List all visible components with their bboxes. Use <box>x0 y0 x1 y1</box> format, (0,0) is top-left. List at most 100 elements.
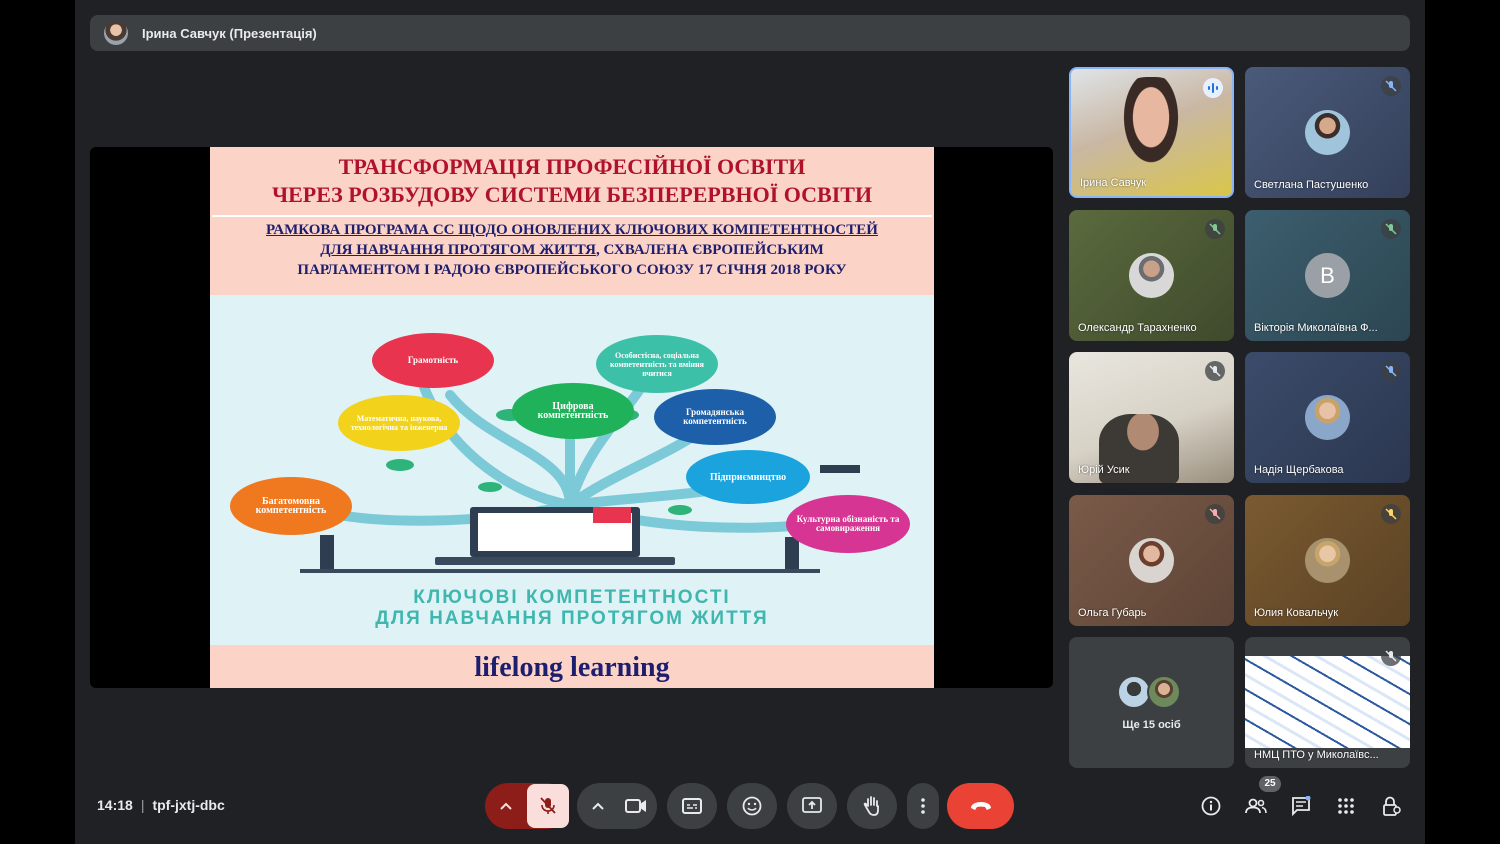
chat-icon <box>1292 796 1311 816</box>
video-camera-icon <box>625 799 646 813</box>
participant-name: Светлана Пастушенко <box>1254 179 1369 191</box>
reactions-button[interactable] <box>727 783 777 829</box>
avatar <box>1305 538 1350 583</box>
host-controls-button[interactable] <box>1377 792 1405 820</box>
captions-button[interactable] <box>667 783 717 829</box>
competence-bubble: Багатомовна компетентність <box>230 477 352 535</box>
meeting-time: 14:18 <box>97 797 133 813</box>
meet-window: Ірина Савчук (Презентація) ТРАНСФОРМАЦІЯ… <box>75 0 1425 844</box>
more-participants-tile[interactable]: Ще 15 осіб <box>1069 637 1234 768</box>
participant-tile[interactable]: Ірина Савчук <box>1069 67 1234 198</box>
speaking-indicator-icon <box>1203 78 1223 98</box>
mic-off-icon <box>1381 646 1401 666</box>
mic-off-icon <box>540 797 556 814</box>
presenter-name: Ірина Савчук (Презентація) <box>142 25 317 41</box>
chevron-up-icon <box>500 802 512 810</box>
chevron-up-icon <box>592 802 604 810</box>
slide-subtitle-line-1: РАМКОВА ПРОГРАМА СС ЩОДО ОНОВЛЕНИХ КЛЮЧО… <box>266 222 878 238</box>
present-screen-icon <box>802 797 822 813</box>
leave-call-button[interactable] <box>947 783 1014 829</box>
participant-name: Юлия Ковальчук <box>1254 607 1339 619</box>
participant-tile[interactable]: Олександр Тарахненко <box>1069 210 1234 341</box>
competences-caption-line-1: КЛЮЧОВІ КОМПЕТЕНТНОСТІ <box>413 587 731 608</box>
audio-options-button[interactable] <box>485 783 527 829</box>
participant-tile[interactable]: Юлия Ковальчук <box>1245 495 1410 626</box>
slide-title: ТРАНСФОРМАЦІЯ ПРОФЕСІЙНОЇ ОСВІТИ ЧЕРЕЗ Р… <box>210 153 934 209</box>
presenter-bar[interactable]: Ірина Савчук (Презентація) <box>90 15 1410 51</box>
presenter-avatar <box>104 21 128 45</box>
lock-person-icon <box>1383 796 1401 816</box>
participant-name: Ольга Губарь <box>1078 607 1147 619</box>
presentation-stage: ТРАНСФОРМАЦІЯ ПРОФЕСІЙНОЇ ОСВІТИ ЧЕРЕЗ Р… <box>90 147 1053 688</box>
avatar <box>1117 675 1151 709</box>
participant-video <box>1106 77 1196 192</box>
slide-title-line-1: ТРАНСФОРМАЦІЯ ПРОФЕСІЙНОЇ ОСВІТИ <box>338 154 806 179</box>
avatar <box>1129 253 1174 298</box>
participant-video <box>1245 656 1410 748</box>
meeting-code[interactable]: tpf-jxtj-dbc <box>152 797 224 813</box>
slide-subtitle-line-2a: ДЛЯ НАВЧАННЯ ПРОТЯГОМ ЖИТТЯ <box>320 242 596 258</box>
mic-off-icon <box>1205 219 1225 239</box>
participant-name: Надія Щербакова <box>1254 464 1344 476</box>
mic-off-icon <box>1205 361 1225 381</box>
camera-control-group <box>577 783 657 829</box>
competences-caption-line-2: ДЛЯ НАВЧАННЯ ПРОТЯГОМ ЖИТТЯ <box>375 608 769 629</box>
avatar <box>1147 675 1181 709</box>
people-icon <box>1245 798 1267 814</box>
participant-name: НМЦ ПТО у Миколаївс... <box>1254 749 1379 761</box>
slide-title-line-2: ЧЕРЕЗ РОЗБУДОВУ СИСТЕМИ БЕЗПЕРЕРВНОЇ ОСВ… <box>271 182 873 207</box>
microphone-button[interactable] <box>527 784 569 828</box>
more-vert-icon <box>921 798 925 814</box>
more-options-button[interactable] <box>907 783 939 829</box>
competence-bubble: Особистісна, соціальна компетентність та… <box>596 335 718 393</box>
avatar: В <box>1305 253 1350 298</box>
raise-hand-button[interactable] <box>847 783 897 829</box>
avatar <box>1305 395 1350 440</box>
meeting-info: 14:18 | tpf-jxtj-dbc <box>97 797 225 813</box>
people-count-badge: 25 <box>1259 776 1281 792</box>
closed-captions-icon <box>682 798 702 814</box>
slide-subtitle-line-3: ПАРЛАМЕНТОМ І РАДОЮ ЄВРОПЕЙСЬКОГО СОЮЗУ … <box>297 262 847 278</box>
presentation-slide: ТРАНСФОРМАЦІЯ ПРОФЕСІЙНОЇ ОСВІТИ ЧЕРЕЗ Р… <box>210 147 934 688</box>
apps-grid-icon <box>1338 798 1354 814</box>
video-options-button[interactable] <box>579 783 617 829</box>
participant-tile[interactable]: Юрій Усик <box>1069 352 1234 483</box>
mic-off-icon <box>1381 219 1401 239</box>
hand-icon <box>863 796 879 816</box>
mic-off-icon <box>1381 504 1401 524</box>
mic-control-group <box>485 783 569 829</box>
avatar <box>1305 110 1350 155</box>
people-button[interactable] <box>1242 792 1270 820</box>
participant-tile[interactable]: Надія Щербакова <box>1245 352 1410 483</box>
mic-off-icon <box>1205 504 1225 524</box>
participant-name: Вікторія Миколаївна Ф... <box>1254 322 1378 334</box>
more-participants-label: Ще 15 осіб <box>1122 719 1181 731</box>
mic-off-icon <box>1381 361 1401 381</box>
competence-bubble: Математична, наукова, технологічна та ін… <box>338 395 460 451</box>
meeting-info-separator: | <box>140 797 145 813</box>
avatar <box>1129 538 1174 583</box>
call-end-icon <box>970 802 991 810</box>
chat-button[interactable] <box>1287 792 1315 820</box>
info-icon <box>1201 796 1221 816</box>
present-screen-button[interactable] <box>787 783 837 829</box>
competence-bubble: Культурна обізнаність та самовираження <box>786 495 910 553</box>
participant-tile[interactable]: НМЦ ПТО у Миколаївс... <box>1245 637 1410 768</box>
slide-footer: lifelong learning <box>210 645 934 688</box>
activities-button[interactable] <box>1332 792 1360 820</box>
camera-button[interactable] <box>617 783 655 829</box>
participant-tile[interactable]: Светлана Пастушенко <box>1245 67 1410 198</box>
participant-tile[interactable]: Ольга Губарь <box>1069 495 1234 626</box>
slide-divider <box>212 215 932 217</box>
emoji-icon <box>742 796 762 816</box>
competence-bubble: Грамотність <box>372 333 494 388</box>
participant-name: Юрій Усик <box>1078 464 1130 476</box>
participant-name: Олександр Тарахненко <box>1078 322 1197 334</box>
participant-tile[interactable]: В Вікторія Миколаївна Ф... <box>1245 210 1410 341</box>
mic-off-icon <box>1381 76 1401 96</box>
competences-tree-illustration: Грамотність Особистісна, соціальна компе… <box>210 295 934 645</box>
slide-subtitle: РАМКОВА ПРОГРАМА СС ЩОДО ОНОВЛЕНИХ КЛЮЧО… <box>216 220 928 280</box>
meeting-details-button[interactable] <box>1197 792 1225 820</box>
slide-subtitle-line-2b: , СХВАЛЕНА ЄВРОПЕЙСЬКИМ <box>595 242 824 258</box>
competence-bubble: Громадянська компетентність <box>654 389 776 445</box>
